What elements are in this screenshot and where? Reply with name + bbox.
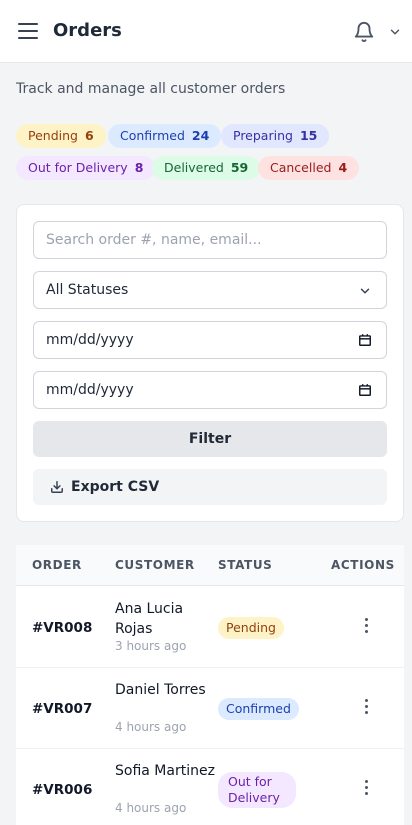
table-row[interactable]: #VR008 Ana Lucia Rojas 3 hours ago Pendi…	[16, 587, 404, 668]
export-csv-label: Export CSV	[71, 479, 160, 495]
pill-count: 6	[84, 128, 94, 143]
customer-name: Daniel Torres	[115, 682, 206, 698]
pill-label: Confirmed	[120, 128, 185, 143]
date-from-input[interactable]: mm/dd/yyyy	[33, 321, 387, 359]
page-title: Orders	[53, 20, 122, 41]
status-pill-out-for-delivery[interactable]: Out for Delivery 8	[16, 156, 156, 180]
date-to-value: mm/dd/yyyy	[46, 382, 134, 398]
status-badge: Out for Delivery	[218, 772, 296, 808]
status-select-value: All Statuses	[46, 282, 129, 298]
download-icon	[51, 481, 63, 493]
hamburger-icon[interactable]	[18, 23, 38, 39]
table-header: ORDER CUSTOMER STATUS ACTIONS	[16, 545, 404, 586]
pill-label: Out for Delivery	[28, 160, 128, 175]
orders-table: ORDER CUSTOMER STATUS ACTIONS #VR008 Ana…	[16, 545, 404, 825]
status-pill-delivered[interactable]: Delivered 59	[152, 156, 261, 180]
status-select[interactable]: All Statuses	[33, 271, 387, 309]
table-row[interactable]: #VR007 Daniel Torres 4 hours ago Confirm…	[16, 668, 404, 749]
column-header-status[interactable]: STATUS	[218, 558, 272, 572]
top-bar: Orders	[0, 0, 412, 63]
pill-count: 24	[191, 128, 210, 143]
more-actions-icon[interactable]	[360, 699, 372, 717]
chevron-down-icon	[360, 288, 370, 294]
export-csv-button[interactable]: Export CSV	[33, 469, 387, 505]
pill-label: Preparing	[233, 128, 293, 143]
more-actions-icon[interactable]	[360, 780, 372, 798]
pill-count: 8	[134, 160, 144, 175]
pill-label: Pending	[28, 128, 78, 143]
page-subtitle: Track and manage all customer orders	[16, 81, 286, 97]
calendar-icon[interactable]	[358, 333, 372, 347]
status-pill-confirmed[interactable]: Confirmed 24	[108, 124, 222, 148]
more-actions-icon[interactable]	[360, 618, 372, 636]
date-from-value: mm/dd/yyyy	[46, 332, 134, 348]
order-time: 4 hours ago	[115, 801, 187, 815]
pill-count: 15	[299, 128, 318, 143]
customer-name: Ana Lucia Rojas	[115, 601, 184, 637]
calendar-icon[interactable]	[358, 383, 372, 397]
chevron-down-icon[interactable]	[388, 25, 402, 39]
table-row[interactable]: #VR006 Sofia Martinez 4 hours ago Out fo…	[16, 749, 404, 825]
status-pill-cancelled[interactable]: Cancelled 4	[258, 156, 360, 180]
status-pill-pending[interactable]: Pending 6	[16, 124, 106, 148]
status-pill-preparing[interactable]: Preparing 15	[221, 124, 330, 148]
date-to-input[interactable]: mm/dd/yyyy	[33, 371, 387, 409]
pill-label: Cancelled	[270, 160, 332, 175]
order-time: 3 hours ago	[115, 639, 187, 653]
order-number[interactable]: #VR008	[32, 620, 92, 636]
column-header-order[interactable]: ORDER	[32, 558, 82, 572]
search-input[interactable]: Search order #, name, email...	[33, 221, 387, 259]
status-badge: Confirmed	[218, 698, 299, 720]
pill-count: 4	[338, 160, 348, 175]
filter-button[interactable]: Filter	[33, 421, 387, 457]
pill-count: 59	[230, 160, 249, 175]
pill-label: Delivered	[164, 160, 224, 175]
customer-name: Sofia Martinez	[115, 763, 215, 779]
status-badge: Pending	[218, 617, 284, 639]
filter-panel: Search order #, name, email... All Statu…	[16, 204, 404, 522]
order-number[interactable]: #VR006	[32, 782, 92, 798]
bell-icon[interactable]	[353, 21, 375, 43]
order-time: 4 hours ago	[115, 720, 187, 734]
column-header-customer[interactable]: CUSTOMER	[115, 558, 195, 572]
column-header-actions: ACTIONS	[331, 558, 395, 572]
order-number[interactable]: #VR007	[32, 701, 92, 717]
